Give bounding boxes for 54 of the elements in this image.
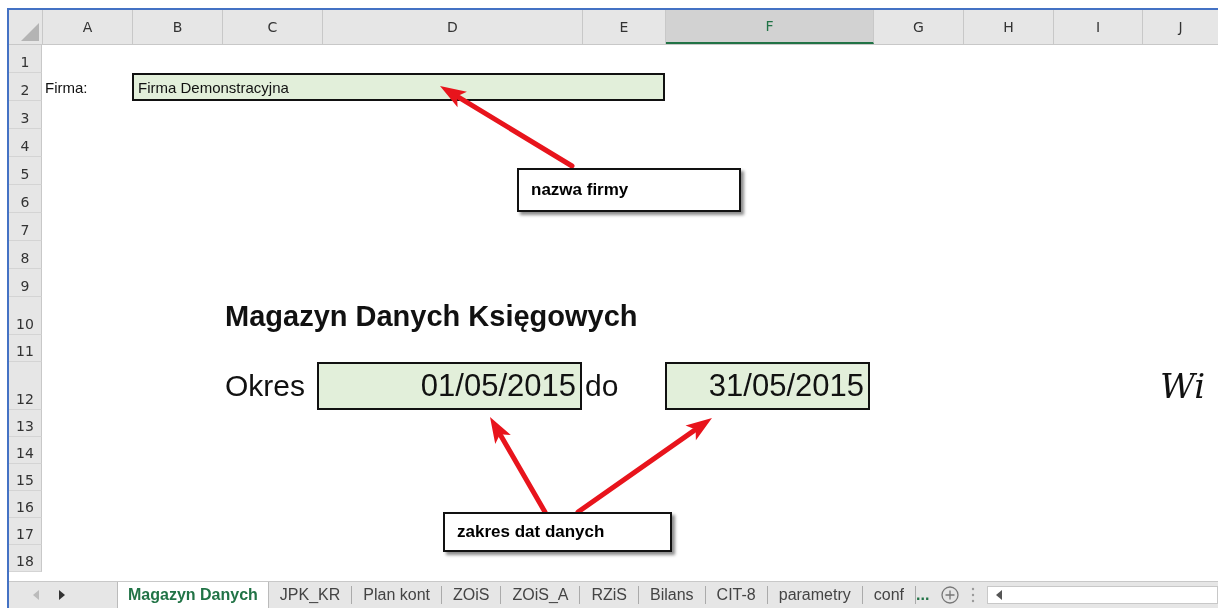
column-header[interactable]: G	[874, 10, 964, 44]
splitter-handle-icon[interactable]	[971, 587, 976, 603]
date-from-cell[interactable]: 01/05/2015	[317, 362, 582, 410]
sheet-tab[interactable]: RZiS	[580, 586, 640, 604]
company-label: Firma:	[44, 77, 89, 98]
select-all-icon[interactable]	[21, 23, 39, 41]
scroll-left-icon[interactable]	[996, 590, 1003, 600]
sheet-tab[interactable]: ZOiS	[442, 586, 502, 604]
column-header[interactable]: A	[43, 10, 133, 44]
row-header[interactable]: 7	[9, 213, 42, 241]
row-header[interactable]: 5	[9, 157, 42, 185]
row-header[interactable]: 10	[9, 297, 42, 335]
sheet-title: Magazyn Danych Księgowych	[224, 300, 639, 334]
sheet-tab[interactable]: Plan kont	[352, 586, 442, 604]
column-header[interactable]: I	[1054, 10, 1143, 44]
row-header[interactable]: 11	[9, 335, 42, 362]
sheet-tab[interactable]: parametry	[767, 586, 863, 604]
horizontal-scrollbar[interactable]	[987, 586, 1218, 604]
to-label: do	[584, 368, 620, 404]
column-header[interactable]: C	[223, 10, 323, 44]
row-header[interactable]: 4	[9, 129, 42, 157]
period-label: Okres	[224, 368, 306, 404]
callout-label: zakres dat danych	[443, 512, 672, 552]
column-header[interactable]: B	[133, 10, 223, 44]
sheet-tab[interactable]: Bilans	[639, 586, 706, 604]
add-sheet-icon[interactable]	[941, 586, 960, 604]
row-header[interactable]: 18	[9, 545, 42, 572]
sheet-tab[interactable]: JPK_KR	[268, 586, 353, 604]
row-header[interactable]: 13	[9, 410, 42, 437]
row-header[interactable]: 2	[9, 73, 42, 101]
row-header[interactable]: 12	[9, 362, 42, 410]
row-header[interactable]: 17	[9, 518, 42, 545]
row-header[interactable]: 6	[9, 185, 42, 213]
row-header[interactable]: 15	[9, 464, 42, 491]
more-tabs-button[interactable]: ...	[916, 582, 934, 608]
sheet-tab[interactable]: ZOiS_A	[501, 586, 581, 604]
handwritten-text: Wi	[1159, 365, 1207, 408]
column-header[interactable]: J	[1143, 10, 1218, 44]
row-header[interactable]: 16	[9, 491, 42, 518]
company-name-cell[interactable]: Firma Demonstracyjna	[132, 73, 665, 101]
column-header[interactable]: H	[964, 10, 1054, 44]
column-header[interactable]: F	[666, 10, 874, 44]
row-header[interactable]: 3	[9, 101, 42, 129]
row-header[interactable]: 1	[9, 45, 42, 73]
callout-label: nazwa firmy	[517, 168, 741, 212]
sheet-tab[interactable]: CIT-8	[705, 586, 768, 604]
sheet-tab[interactable]: conf	[862, 586, 916, 604]
row-header[interactable]: 14	[9, 437, 42, 464]
date-to-cell[interactable]: 31/05/2015	[665, 362, 870, 410]
column-header[interactable]: D	[323, 10, 583, 44]
sheet-tab[interactable]: Magazyn Danych	[117, 582, 269, 608]
row-header[interactable]: 8	[9, 241, 42, 269]
scroll-right-icon[interactable]	[59, 590, 65, 600]
row-header[interactable]: 9	[9, 269, 42, 297]
